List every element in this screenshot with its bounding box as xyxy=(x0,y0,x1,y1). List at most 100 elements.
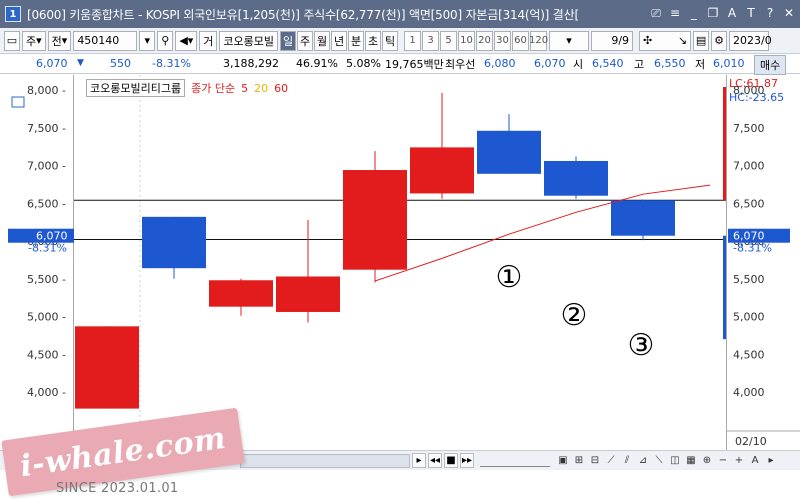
code-input[interactable]: 450140 xyxy=(73,30,138,51)
chart-tool-icon[interactable]: A xyxy=(748,453,762,468)
chart-tool-icon[interactable]: ⊟ xyxy=(588,453,602,468)
extra-select[interactable]: ▾ xyxy=(549,30,590,51)
chevron-down-icon: ▾ xyxy=(61,34,68,47)
window-controls: ⎚ ≡ _ ❐ A T? ✕ xyxy=(649,6,796,20)
candle-body[interactable] xyxy=(343,170,407,270)
interval-button[interactable]: 20 xyxy=(476,30,494,51)
chart-tool-icon[interactable]: ◫ xyxy=(668,453,682,468)
best-ask: 6,080 xyxy=(484,57,516,70)
page-indicator: 9/9 xyxy=(591,30,634,51)
legend-ma60: 60 xyxy=(274,81,289,95)
dropdown-icon[interactable]: ▾ xyxy=(139,30,156,51)
stock-name[interactable]: 코오롱모빌 xyxy=(219,30,279,51)
candle-body[interactable] xyxy=(209,280,273,307)
current-price: 6,070 xyxy=(36,57,68,70)
annotation-marker: ② xyxy=(561,298,588,333)
interval-button[interactable]: 10 xyxy=(458,30,476,51)
toolbar: ▭ 주 ▾ 전 ▾ 450140 ▾ ⚲ ◀▾ 거 코오롱모빌 일주월년분초틱 13… xyxy=(0,28,800,54)
best-bid: 6,070 xyxy=(534,57,566,70)
candle-body[interactable] xyxy=(477,130,541,174)
interval-button[interactable]: 1 xyxy=(404,30,422,51)
interval-button[interactable]: 30 xyxy=(494,30,512,51)
annotation-marker: ③ xyxy=(628,328,655,363)
app-icon[interactable]: 1 xyxy=(5,6,21,22)
down-arrow-icon: ▼ xyxy=(77,58,84,68)
forward-icon[interactable]: ▸▸ xyxy=(460,453,474,468)
buy-button[interactable]: 매수 xyxy=(754,55,787,75)
candle-body[interactable] xyxy=(410,147,474,194)
play-icon[interactable]: ▸ xyxy=(412,453,426,468)
best-label: 최우선 xyxy=(445,57,476,71)
legend-stock-name[interactable]: 코오롱모빌리티그룹 xyxy=(86,79,186,97)
price-row: 6,070 ▼ 550 -8.31% 3,188,292 46.91% 5.08… xyxy=(0,54,800,75)
tab-period[interactable]: 분 xyxy=(348,30,365,51)
window-icon[interactable]: ⎚ xyxy=(649,6,663,20)
chart-tool-icon[interactable]: − xyxy=(716,453,730,468)
chart-tool-icon[interactable]: ↘ xyxy=(678,34,687,47)
type-select[interactable]: 주 ▾ xyxy=(22,30,46,51)
trade-amount: 19,765백만 xyxy=(385,57,444,71)
low-label: 저 xyxy=(695,57,706,71)
search-icon[interactable]: ⚲ xyxy=(157,30,174,51)
tab-period[interactable]: 일 xyxy=(280,30,297,51)
sheet-icon[interactable]: ▤ xyxy=(693,30,710,51)
candle-body[interactable] xyxy=(276,276,340,312)
chart-legend: 코오롱모빌리티그룹 종가 단순 5 20 60 xyxy=(86,79,288,97)
candle-body[interactable] xyxy=(142,216,206,269)
code-value: 450140 xyxy=(77,34,120,47)
chart-tool-icon[interactable]: ⫽ xyxy=(620,453,634,468)
horizontal-scrollbar[interactable] xyxy=(240,454,410,468)
gear-icon[interactable]: ⚙ xyxy=(711,30,728,51)
interval-button[interactable]: 120 xyxy=(529,30,548,51)
period-select[interactable]: 전 ▾ xyxy=(47,30,72,51)
price-change-pct: -8.31% xyxy=(152,57,191,70)
candle-body[interactable] xyxy=(75,326,139,409)
sound-icon[interactable]: ◀▾ xyxy=(175,30,198,51)
tab-period[interactable]: 초 xyxy=(365,30,382,51)
chart-tool-icon[interactable]: ⊞ xyxy=(572,453,586,468)
price-change: 550 xyxy=(110,57,131,70)
candle-body[interactable] xyxy=(544,160,608,196)
chart-tool-icon[interactable]: ⟋ xyxy=(604,453,618,468)
font-icon[interactable]: A xyxy=(725,6,739,20)
chevron-down-icon: ▾ xyxy=(36,34,42,47)
chart-layout-icon[interactable]: ▭ xyxy=(4,30,20,51)
zoom-slider[interactable] xyxy=(480,454,550,467)
bottom-tools: ▣ ⊞ ⊟ ⟋ ⫽ ⊿ ⟍ ◫ ▦ ⊕ − + A ▸ xyxy=(556,453,778,468)
tab-period[interactable]: 틱 xyxy=(382,30,399,51)
tool-icons[interactable]: ✣ ↘ xyxy=(639,30,692,51)
chart-tool-icon[interactable]: ⊿ xyxy=(636,453,650,468)
tab-period[interactable]: 주 xyxy=(297,30,314,51)
interval-button[interactable]: 60 xyxy=(512,30,530,51)
chart-tool-icon[interactable]: ▦ xyxy=(684,453,698,468)
number-buttons: 1 3 5 10 20 30 60 120 xyxy=(404,30,548,51)
chart-tool-icon[interactable]: + xyxy=(732,453,746,468)
rewind-icon[interactable]: ◂◂ xyxy=(428,453,442,468)
price-chart[interactable]: ① ② ③ xyxy=(74,75,726,450)
stop-icon[interactable]: ■ xyxy=(444,453,458,468)
text-icon[interactable]: T xyxy=(744,6,758,20)
legend-ma5: 5 xyxy=(241,81,249,95)
tab-period[interactable]: 년 xyxy=(331,30,348,51)
chart-tool-icon[interactable]: ▸ xyxy=(764,453,778,468)
help-icon[interactable]: ? xyxy=(763,6,777,20)
chart-tool-icon[interactable]: ▣ xyxy=(556,453,570,468)
tab-period[interactable]: 월 xyxy=(314,30,331,51)
period-label: 전 xyxy=(51,34,62,48)
restore-icon[interactable]: ❐ xyxy=(706,6,720,20)
crosshair-icon[interactable]: ✣ xyxy=(643,34,652,47)
minimize-icon[interactable]: _ xyxy=(687,6,701,20)
date-input[interactable]: 2023/0 xyxy=(729,30,772,51)
open-price: 6,540 xyxy=(592,57,624,70)
menu-icon[interactable]: ≡ xyxy=(668,6,682,20)
chart-tool-icon[interactable]: ⟍ xyxy=(652,453,666,468)
type-label: 주 xyxy=(26,34,37,48)
annotation-marker: ① xyxy=(496,260,523,295)
view-button[interactable]: 거 xyxy=(199,30,218,51)
interval-button[interactable]: 5 xyxy=(440,30,458,51)
high-price: 6,550 xyxy=(654,57,686,70)
candle-body[interactable] xyxy=(611,200,675,236)
interval-button[interactable]: 3 xyxy=(422,30,440,51)
chart-tool-icon[interactable]: ⊕ xyxy=(700,453,714,468)
close-icon[interactable]: ✕ xyxy=(782,6,796,20)
